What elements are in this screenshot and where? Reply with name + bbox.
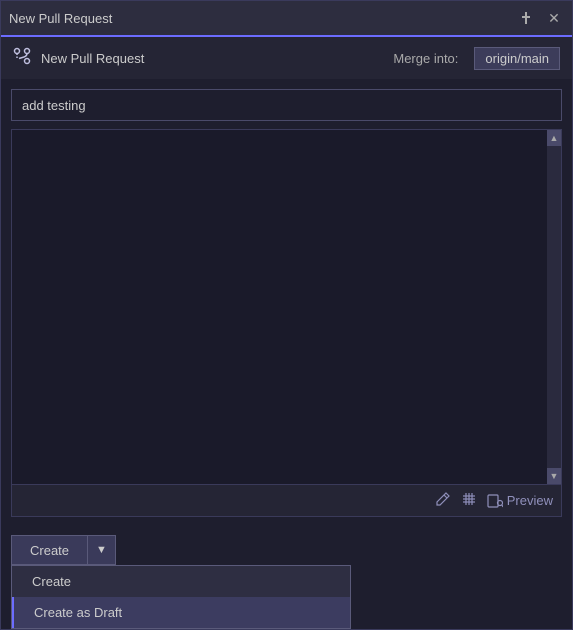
merge-label: Merge into:: [393, 51, 458, 66]
merge-target: origin/main: [474, 47, 560, 70]
window: New Pull Request ✕ New Pull Request: [0, 0, 573, 630]
title-input[interactable]: [11, 89, 562, 121]
dropdown-arrow-icon: ▼: [96, 544, 107, 556]
dropdown-item-create-as-draft[interactable]: Create as Draft: [12, 597, 350, 628]
title-bar: New Pull Request ✕: [1, 1, 572, 37]
preview-button[interactable]: Preview: [487, 493, 553, 509]
close-button[interactable]: ✕: [544, 8, 564, 28]
grid-icon[interactable]: [461, 491, 477, 510]
scrollbar-thumb-area: [547, 146, 561, 468]
actions-area: Create ▼ Create Create as Draft: [1, 527, 572, 629]
create-row: Create ▼: [11, 535, 562, 565]
toolbar-label: New Pull Request: [41, 51, 144, 66]
description-container: ▲ ▼: [11, 129, 562, 517]
preview-label: Preview: [507, 493, 553, 508]
pr-icon: [13, 47, 31, 70]
window-title: New Pull Request: [9, 11, 516, 26]
scrollbar-track: ▲ ▼: [547, 130, 561, 484]
scrollbar-up-button[interactable]: ▲: [547, 130, 561, 146]
edit-icon[interactable]: [435, 491, 451, 510]
description-toolbar: Preview: [12, 484, 561, 516]
toolbar: New Pull Request Merge into: origin/main: [1, 37, 572, 79]
dropdown-toggle-button[interactable]: ▼: [87, 535, 116, 565]
dropdown-menu: Create Create as Draft: [11, 565, 351, 629]
dropdown-item-create[interactable]: Create: [12, 566, 350, 597]
title-bar-controls: ✕: [516, 8, 564, 28]
content-area: ▲ ▼: [1, 79, 572, 527]
description-textarea[interactable]: [12, 130, 547, 484]
pin-button[interactable]: [516, 8, 536, 28]
scrollbar-down-button[interactable]: ▼: [547, 468, 561, 484]
create-button[interactable]: Create: [11, 535, 87, 565]
